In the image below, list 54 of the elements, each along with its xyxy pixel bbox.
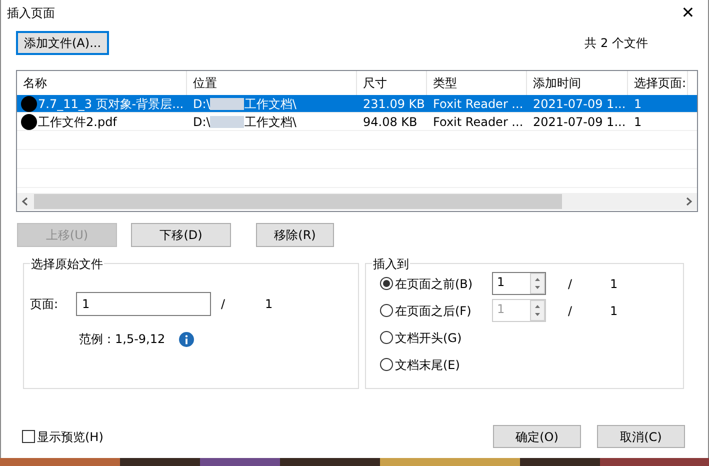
page-total: 1 [610, 302, 618, 320]
window-title: 插入页面 [7, 5, 55, 22]
table-cell-text: 94.08 KB [362, 114, 418, 130]
add-file-button[interactable]: 添加文件(A)... [16, 31, 110, 55]
group-title: 插入到 [372, 255, 410, 273]
file-row[interactable]: 7.7_11_3 页对象-背景层... D:\ 工作文档\ 231.09 KB Foxit Reader ... 2021-07-09 1... 1 [17, 95, 697, 113]
table-cell-text: 2021-07-09 1... [532, 96, 627, 112]
file-count: 共 2 个文件 [584, 35, 648, 52]
dialog-button[interactable]: 确定(O) [493, 425, 581, 448]
page-field[interactable]: 1 [76, 292, 211, 316]
file-name: 7.7_11_3 页对象-背景层... [38, 96, 184, 112]
redaction-dot [20, 114, 38, 130]
table-cell-text: 2021-07-09 1... [532, 114, 627, 130]
horizontal-scrollbar[interactable] [17, 193, 697, 210]
file-location: 工作文档\ [244, 114, 296, 130]
radio-button[interactable] [380, 331, 393, 344]
file-name: 工作文件2.pdf [38, 114, 117, 130]
slash-text: / [221, 296, 226, 313]
info-icon[interactable] [179, 332, 194, 346]
move-button[interactable]: 移除(R) [256, 223, 334, 247]
redaction-dot [20, 96, 38, 112]
spinner-arrows-icon[interactable] [530, 273, 545, 294]
slash-text: / [568, 302, 572, 320]
spinner-arrows-icon[interactable] [530, 300, 545, 321]
group-title: 选择原始文件 [30, 255, 104, 273]
file-location: D:\ [193, 96, 210, 112]
radio-label[interactable]: 在页面之前(B) [395, 274, 492, 292]
table-cell-text: 1 [633, 96, 643, 112]
radio-button[interactable] [380, 358, 393, 371]
example-text: 范例：1,5-9,12 [79, 331, 166, 348]
table-cell-text: Foxit Reader ... [432, 114, 524, 130]
checkbox-label[interactable]: 显示预览(H) [37, 428, 104, 446]
file-location: D:\ [193, 114, 210, 130]
spin-field[interactable]: 1 [492, 272, 546, 295]
page-total: 1 [265, 296, 273, 313]
redaction-blur [210, 98, 244, 110]
radio-label[interactable]: 文档末尾(E) [395, 356, 492, 374]
radio-label[interactable]: 文档开头(G) [395, 328, 492, 346]
checkbox[interactable] [22, 430, 35, 443]
slash-text: / [568, 276, 572, 292]
page-total: 1 [610, 276, 618, 292]
table-cell-text: Foxit Reader ... [432, 96, 524, 112]
page-label: 页面: [30, 296, 60, 313]
radio-button[interactable] [380, 277, 393, 290]
radio-button[interactable] [380, 304, 393, 317]
file-row[interactable]: 工作文件2.pdf D:\ 工作文档\ 94.08 KB Foxit Reader ... 2021-07-09 1... 1 [17, 113, 697, 131]
redaction-blur [210, 116, 244, 128]
table-cell-text: 231.09 KB [362, 96, 426, 112]
dialog-button[interactable]: 取消(C) [597, 425, 685, 448]
close-button[interactable]: ✕ [668, 0, 708, 26]
table-cell-text: 1 [633, 114, 643, 130]
move-button[interactable]: 下移(D) [131, 223, 231, 247]
radio-label[interactable]: 在页面之后(F) [395, 302, 492, 320]
file-location: 工作文档\ [244, 96, 296, 112]
